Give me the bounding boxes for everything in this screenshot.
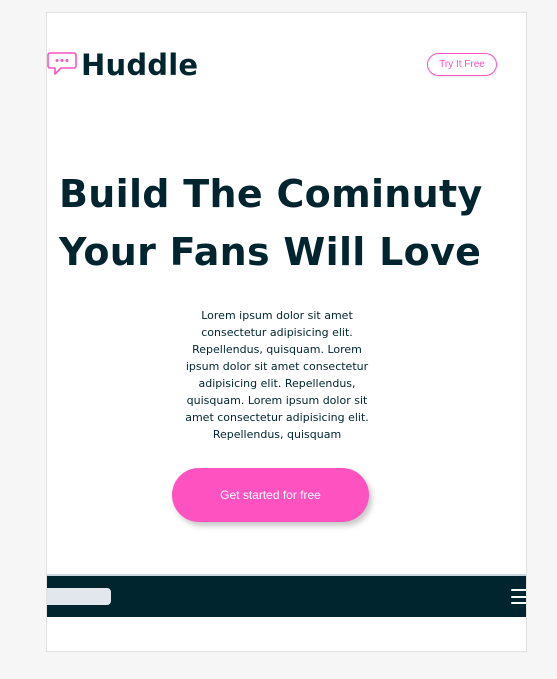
hero-title-line-2: Your Fans Will Love [59, 230, 482, 274]
hamburger-menu-icon[interactable] [511, 589, 526, 604]
try-it-free-button[interactable]: Try It Free [427, 53, 497, 76]
menu-line [511, 595, 526, 598]
hero-title: Build The Cominuty Your Fans Will Love [59, 165, 519, 281]
chat-bubble-icon [47, 52, 77, 75]
get-started-button[interactable]: Get started for free [172, 468, 369, 522]
page-frame: Huddle Try It Free Build The Cominuty Yo… [46, 12, 527, 652]
header: Huddle Try It Free [47, 48, 526, 99]
hero-description: Lorem ipsum dolor sit amet consectetur a… [185, 309, 369, 441]
menu-line [511, 602, 526, 604]
footer-bar [47, 574, 526, 617]
menu-line [511, 589, 526, 591]
brand-name: Huddle [81, 48, 199, 82]
footer-logo-placeholder [47, 588, 111, 605]
logo[interactable]: Huddle [47, 48, 199, 82]
hero-title-line-1: Build The Cominuty [59, 172, 483, 216]
